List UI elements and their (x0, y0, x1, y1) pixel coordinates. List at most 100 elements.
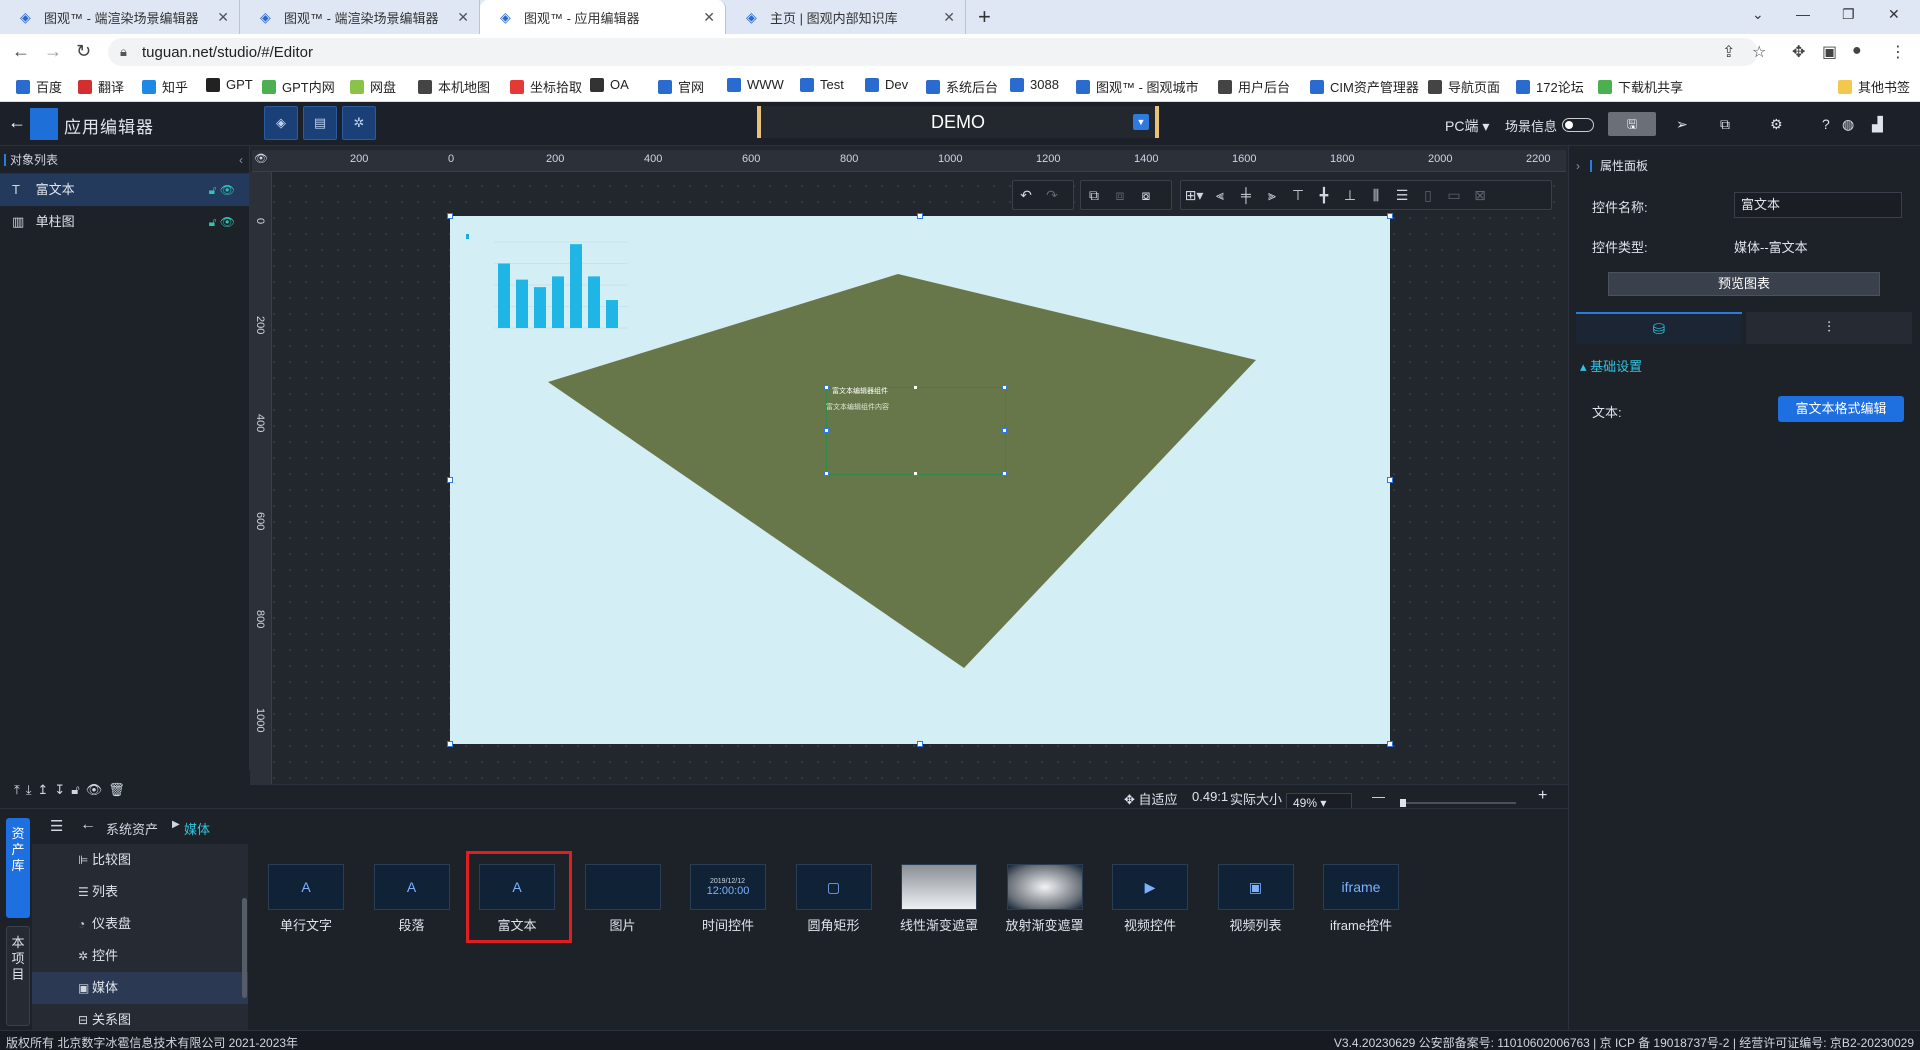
asset-card-rounded-rect[interactable]: ▢ (795, 864, 872, 910)
asset-card-iframe[interactable]: iframe (1323, 864, 1399, 910)
close-icon[interactable]: ✕ (217, 9, 229, 26)
tab-data[interactable]: ⛁ (1576, 312, 1742, 344)
bookmark-item[interactable]: 本机地图 (418, 77, 490, 96)
resize-handle[interactable] (1002, 385, 1007, 390)
resize-handle[interactable] (447, 741, 453, 747)
actual-size-button[interactable]: 实际大小 (1230, 789, 1282, 808)
side-tab-project[interactable]: 本项目 (6, 926, 30, 1026)
mini-bar-chart[interactable] (460, 230, 630, 340)
layer-order-toolbar[interactable]: ⤒⤓↥↧🔓︎👁︎🗑︎ (0, 782, 250, 806)
section-basic-settings[interactable]: ▴ 基础设置 (1580, 356, 1642, 375)
bookmark-item[interactable]: 3088 (1010, 77, 1059, 92)
chevron-down-icon[interactable]: ▼ (1133, 114, 1149, 130)
bookmark-item[interactable]: GPT内网 (262, 77, 335, 96)
zoom-in-icon[interactable]: + (1538, 787, 1547, 805)
ungroup-icon[interactable]: ⧈ (1107, 181, 1133, 209)
distribute-h-icon[interactable]: ⫼ (1363, 181, 1389, 209)
collapse-icon[interactable]: ‹ (239, 146, 243, 174)
star-icon[interactable]: ☆ (1752, 42, 1766, 62)
new-tab-button[interactable]: + (978, 4, 991, 30)
resize-handle[interactable] (917, 741, 923, 747)
back-arrow-icon[interactable]: ← (12, 41, 30, 62)
bookmark-item[interactable]: 翻译 (78, 77, 124, 96)
zoom-out-icon[interactable]: — (1372, 789, 1385, 804)
bookmark-item[interactable]: OA (590, 77, 629, 92)
platform-dropdown[interactable]: PC端 ▾ (1445, 116, 1489, 136)
group-icon[interactable]: ⧉ (1081, 181, 1107, 209)
other-bookmarks[interactable]: 其他书签 (1838, 77, 1910, 96)
browser-tab[interactable]: ◈ 主页 | 图观内部知识库 ✕ (726, 0, 966, 34)
control-name-input[interactable]: 富文本 (1734, 192, 1902, 218)
reload-icon[interactable]: ↻ (76, 41, 91, 62)
align-left-icon[interactable]: ⫷ (1207, 181, 1233, 209)
close-icon[interactable]: ✕ (457, 9, 469, 26)
align-menu-icon[interactable]: ⊞▾ (1181, 181, 1207, 209)
bookmark-item[interactable]: 172论坛 (1516, 77, 1584, 96)
resize-handle[interactable] (824, 428, 829, 433)
window-close-button[interactable]: ✕ (1888, 6, 1900, 23)
url-field[interactable]: 🔒︎ tuguan.net/studio/#/Editor (108, 38, 1758, 66)
minimize-button[interactable]: — (1796, 6, 1810, 22)
extensions-icon[interactable]: ✥ (1792, 42, 1805, 62)
bookmark-item[interactable]: 知乎 (142, 77, 188, 96)
asset-category-item[interactable]: ▣ 媒体 (32, 972, 248, 1004)
same-width-icon[interactable]: ▯ (1415, 181, 1441, 209)
object-item-bar-chart[interactable]: ▥ 单柱图 🔓︎ 👁︎ (0, 206, 249, 238)
distribute-v-icon[interactable]: ☰ (1389, 181, 1415, 209)
resize-handle[interactable] (824, 471, 829, 476)
bookmark-item[interactable]: GPT (206, 77, 253, 92)
asset-card-image[interactable] (584, 864, 661, 910)
resize-handle[interactable] (1002, 428, 1007, 433)
chevron-down-icon[interactable]: ⌄ (1752, 6, 1764, 23)
scene-info-toggle[interactable] (1562, 118, 1594, 132)
restore-button[interactable]: ❐ (1842, 6, 1855, 23)
close-icon[interactable]: ✕ (703, 9, 715, 26)
align-middle-icon[interactable]: ╋ (1311, 181, 1337, 209)
browser-tab-active[interactable]: ◈ 图观™ - 应用编辑器 ✕ (480, 0, 726, 34)
asset-card-linear-gradient[interactable] (901, 864, 977, 910)
save-button[interactable]: 🖫︎ (1608, 112, 1656, 136)
bookmark-item[interactable]: 导航页面 (1428, 77, 1500, 96)
resize-handle[interactable] (447, 477, 453, 483)
align-right-icon[interactable]: ⫸ (1259, 181, 1285, 209)
tab-settings[interactable]: ⫶ (1746, 312, 1912, 344)
bookmark-item[interactable]: 坐标拾取 (510, 77, 582, 96)
browser-tab[interactable]: ◈ 图观™ - 端渲染场景编辑器 ✕ (240, 0, 480, 34)
asset-card-clock[interactable]: 12:00:00 (690, 864, 766, 910)
stats-icon[interactable]: ▟ (1872, 116, 1883, 133)
resize-handle[interactable] (913, 471, 918, 476)
assets-button[interactable]: ▤ (303, 106, 337, 140)
help-icon[interactable]: ? (1822, 116, 1830, 132)
share-icon[interactable]: ⇪ (1722, 42, 1735, 62)
undo-icon[interactable]: ↶ (1013, 181, 1039, 209)
same-height-icon[interactable]: ▭ (1441, 181, 1467, 209)
asset-card-video[interactable]: ▶ (1112, 864, 1188, 910)
bookmark-item[interactable]: WWW (727, 77, 784, 92)
bookmark-item[interactable]: 下载机共享 (1598, 77, 1683, 96)
user-icon[interactable]: ◍ (1842, 116, 1854, 133)
bookmark-item[interactable]: 网盘 (350, 77, 396, 96)
bookmark-item[interactable]: 官网 (658, 77, 704, 96)
resize-handle[interactable] (1387, 213, 1393, 219)
bookmark-item[interactable]: 百度 (16, 77, 62, 96)
asset-card-paragraph[interactable]: A (373, 864, 450, 910)
asset-category-item[interactable]: ◔ 仪表盘 (32, 908, 248, 940)
richtext-format-button[interactable]: 富文本格式编辑 (1778, 396, 1904, 422)
breadcrumb-root[interactable]: 系统资产 (106, 819, 158, 838)
asset-category-item[interactable]: ☰ 列表 (32, 876, 248, 908)
lock-visibility-icons[interactable]: 🔓︎ 👁︎ (209, 174, 235, 206)
align-bottom-icon[interactable]: ⊥ (1337, 181, 1363, 209)
preview-icon[interactable]: ⧉ (1720, 116, 1730, 133)
bookmark-item[interactable]: 用户后台 (1218, 77, 1290, 96)
eye-icon[interactable]: 👁︎ (254, 152, 268, 165)
back-icon[interactable]: ← (8, 112, 26, 133)
lock-visibility-icons[interactable]: 🔓︎ 👁︎ (209, 206, 235, 238)
asset-card-video-list[interactable]: ▣ (1217, 864, 1294, 910)
config-icon[interactable]: ⚙ (1770, 116, 1783, 133)
asset-category-item[interactable]: ⊫ 比较图 (32, 844, 248, 876)
browser-tab[interactable]: ◈ 图观™ - 端渲染场景编辑器 ✕ (0, 0, 240, 34)
asset-card-radial-gradient[interactable] (1006, 864, 1083, 910)
resize-handle[interactable] (1387, 477, 1393, 483)
preview-chart-button[interactable]: 预览图表 (1608, 272, 1880, 296)
bookmark-item[interactable]: Test (800, 77, 844, 92)
